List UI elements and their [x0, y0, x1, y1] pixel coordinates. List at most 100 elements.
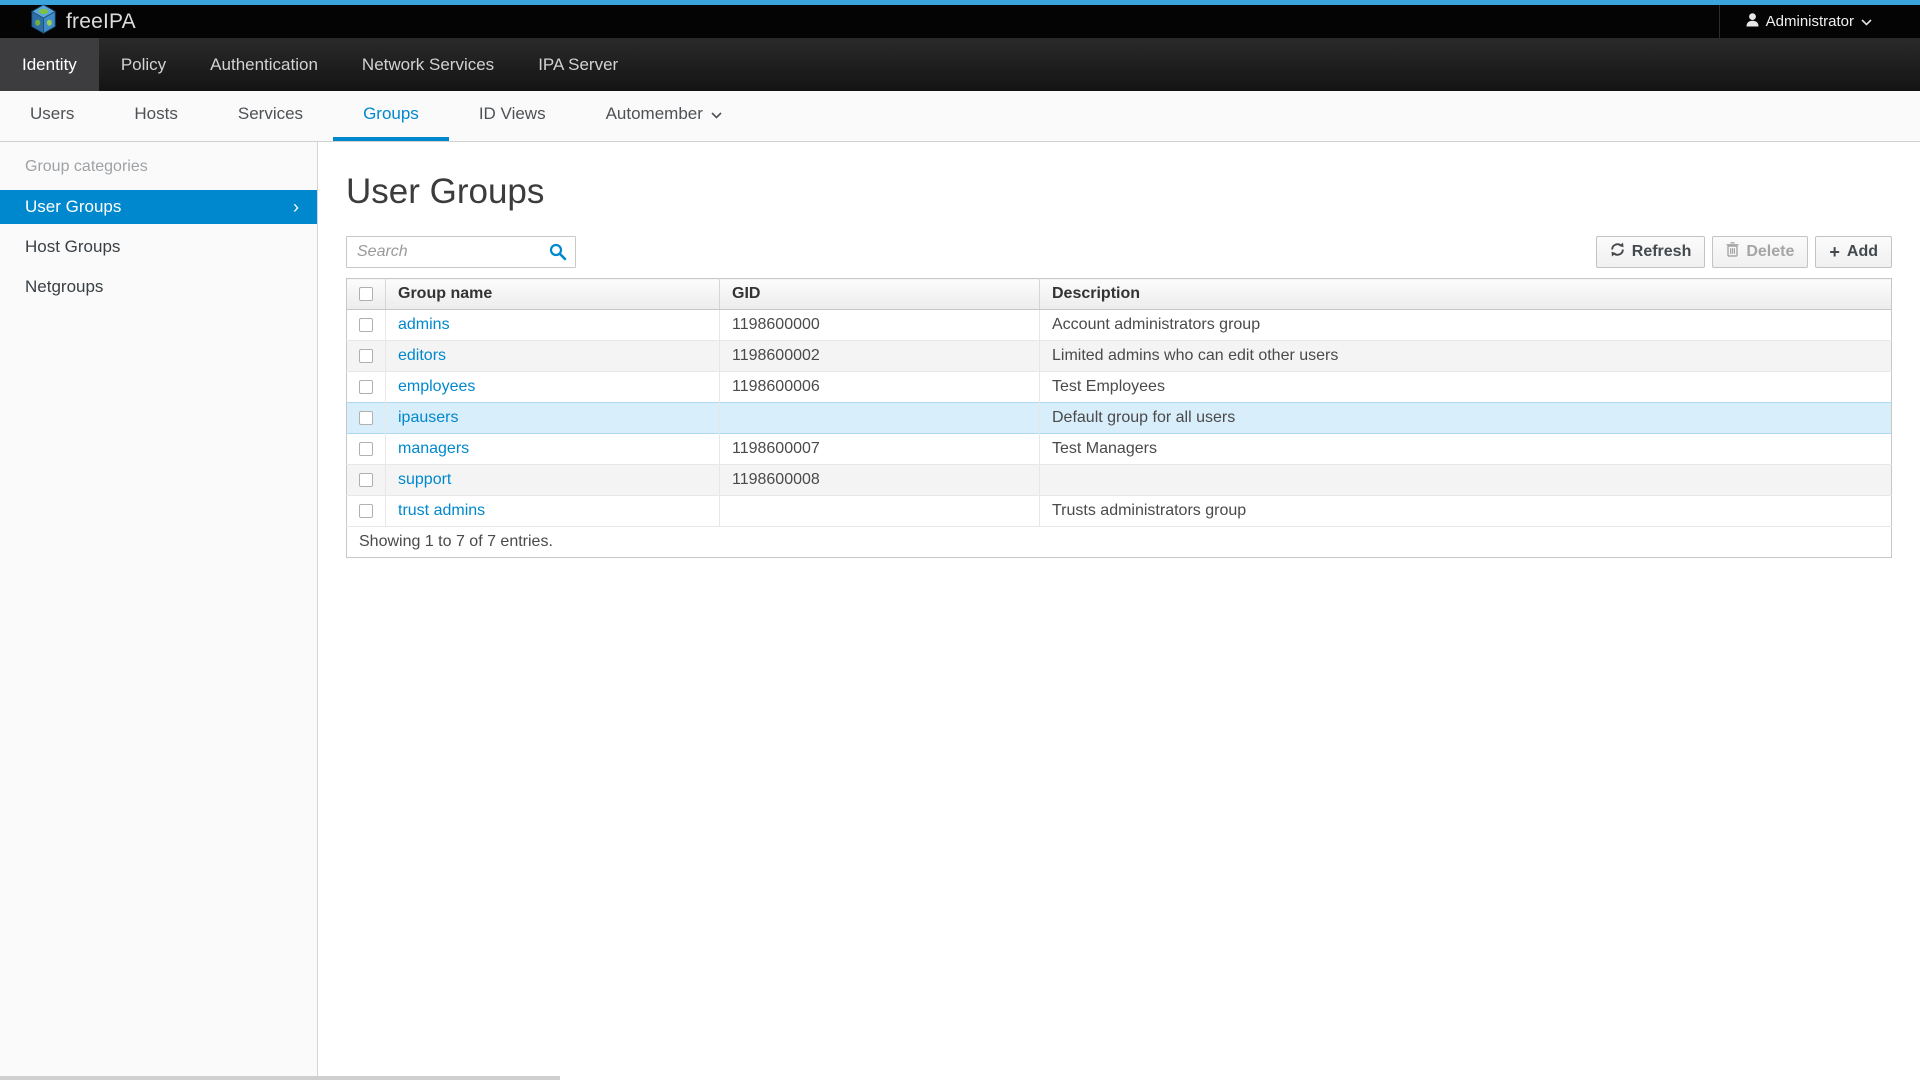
row-checkbox-cell [347, 434, 386, 465]
column-header-gid[interactable]: GID [720, 279, 1040, 310]
subnav-tab-automember-label: Automember [606, 104, 703, 124]
table-row[interactable]: employees 1198600006 Test Employees [347, 372, 1892, 403]
gid-cell: 1198600007 [720, 434, 1040, 465]
group-name-cell: editors [386, 341, 720, 372]
table-row[interactable]: managers 1198600007 Test Managers [347, 434, 1892, 465]
brand: freeIPA [0, 4, 136, 39]
delete-button-label: Delete [1746, 243, 1794, 261]
delete-button[interactable]: Delete [1712, 236, 1808, 268]
table-row[interactable]: admins 1198600000 Account administrators… [347, 310, 1892, 341]
row-checkbox-cell [347, 372, 386, 403]
mainnav-tab-policy[interactable]: Policy [99, 38, 188, 91]
sidebar-item-label: Host Groups [25, 237, 120, 257]
row-checkbox[interactable] [359, 380, 373, 394]
refresh-button[interactable]: Refresh [1596, 236, 1706, 268]
gid-cell: 1198600002 [720, 341, 1040, 372]
main-nav: Identity Policy Authentication Network S… [0, 38, 1920, 91]
search-input[interactable] [346, 236, 576, 268]
table-header-row: Group name GID Description [347, 279, 1892, 310]
row-checkbox-cell [347, 403, 386, 434]
mainnav-tab-ipa-server[interactable]: IPA Server [516, 38, 640, 91]
group-name-cell: ipausers [386, 403, 720, 434]
group-name-cell: trust admins [386, 496, 720, 527]
row-checkbox[interactable] [359, 504, 373, 518]
search-box [346, 236, 576, 268]
sidebar: Group categories User Groups › Host Grou… [0, 142, 318, 1080]
refresh-icon [1610, 242, 1625, 262]
cube-icon [30, 4, 57, 39]
description-cell: Account administrators group [1040, 310, 1892, 341]
group-name-link[interactable]: trust admins [398, 502, 485, 519]
column-header-description[interactable]: Description [1040, 279, 1892, 310]
user-name: Administrator [1766, 13, 1854, 30]
group-name-cell: support [386, 465, 720, 496]
table-row[interactable]: support 1198600008 [347, 465, 1892, 496]
description-cell: Test Employees [1040, 372, 1892, 403]
gid-cell: 1198600006 [720, 372, 1040, 403]
row-checkbox-cell [347, 496, 386, 527]
group-name-link[interactable]: editors [398, 347, 446, 364]
gid-cell [720, 496, 1040, 527]
description-cell: Limited admins who can edit other users [1040, 341, 1892, 372]
subnav-tab-hosts[interactable]: Hosts [104, 91, 207, 141]
subnav-tab-automember[interactable]: Automember [576, 91, 752, 141]
select-all-checkbox[interactable] [359, 287, 373, 301]
chevron-down-icon [1861, 13, 1872, 30]
subnav-tab-services[interactable]: Services [208, 91, 333, 141]
brand-text: freeIPA [66, 10, 136, 34]
column-header-group-name[interactable]: Group name [386, 279, 720, 310]
row-checkbox[interactable] [359, 411, 373, 425]
bottom-edge-strip [0, 1076, 560, 1080]
gid-cell: 1198600008 [720, 465, 1040, 496]
description-cell: Test Managers [1040, 434, 1892, 465]
row-checkbox-cell [347, 465, 386, 496]
group-name-link[interactable]: employees [398, 378, 475, 395]
subnav-tab-id-views[interactable]: ID Views [449, 91, 576, 141]
subnav-tab-users[interactable]: Users [0, 91, 104, 141]
sidebar-item-user-groups[interactable]: User Groups › [0, 190, 317, 224]
trash-icon [1726, 242, 1739, 262]
sub-nav: Users Hosts Services Groups ID Views Aut… [0, 91, 1920, 142]
group-name-cell: employees [386, 372, 720, 403]
sidebar-item-host-groups[interactable]: Host Groups [0, 230, 317, 264]
row-checkbox-cell [347, 341, 386, 372]
group-name-cell: managers [386, 434, 720, 465]
table-row[interactable]: editors 1198600002 Limited admins who ca… [347, 341, 1892, 372]
description-cell: Trusts administrators group [1040, 496, 1892, 527]
mainnav-tab-authentication[interactable]: Authentication [188, 38, 340, 91]
row-checkbox[interactable] [359, 473, 373, 487]
row-checkbox[interactable] [359, 318, 373, 332]
row-checkbox[interactable] [359, 442, 373, 456]
main-content: User Groups [318, 142, 1920, 1080]
table-summary: Showing 1 to 7 of 7 entries. [347, 527, 1892, 558]
subnav-tab-groups[interactable]: Groups [333, 91, 449, 141]
sidebar-item-label: Netgroups [25, 277, 103, 297]
table-row[interactable]: trust admins Trusts administrators group [347, 496, 1892, 527]
mainnav-tab-network-services[interactable]: Network Services [340, 38, 516, 91]
person-icon [1746, 13, 1759, 31]
controls-row: Refresh [346, 236, 1892, 268]
row-checkbox-cell [347, 310, 386, 341]
gid-cell: 1198600000 [720, 310, 1040, 341]
row-checkbox[interactable] [359, 349, 373, 363]
group-name-link[interactable]: managers [398, 440, 469, 457]
select-all-cell [347, 279, 386, 310]
group-name-link[interactable]: ipausers [398, 409, 458, 426]
group-name-link[interactable]: support [398, 471, 451, 488]
sidebar-item-netgroups[interactable]: Netgroups [0, 270, 317, 304]
freeipa-page: freeIPA Administrator Identity Policy Au… [0, 0, 1920, 1080]
table-row[interactable]: ipausers Default group for all users [347, 403, 1892, 434]
mainnav-tab-identity[interactable]: Identity [0, 38, 99, 91]
user-menu[interactable]: Administrator [1719, 5, 1920, 38]
groups-table: Group name GID Description admins 119860… [346, 278, 1892, 558]
group-name-link[interactable]: admins [398, 316, 450, 333]
refresh-button-label: Refresh [1632, 243, 1692, 261]
magnifier-icon[interactable] [549, 243, 567, 266]
table-body: admins 1198600000 Account administrators… [347, 310, 1892, 527]
sidebar-item-label: User Groups [25, 197, 121, 217]
page-title: User Groups [346, 172, 1892, 212]
add-button[interactable]: + Add [1815, 236, 1892, 268]
toolbar: Refresh [1596, 236, 1892, 268]
gid-cell [720, 403, 1040, 434]
chevron-right-icon: › [293, 198, 299, 216]
